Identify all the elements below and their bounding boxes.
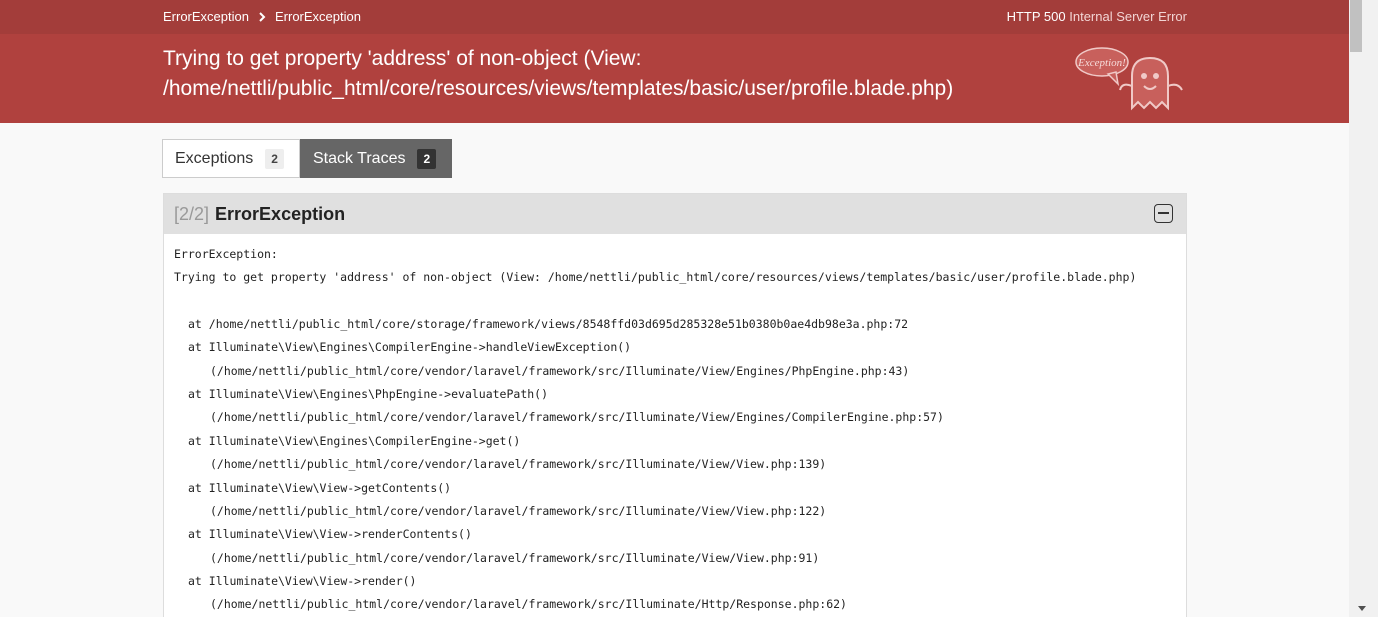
http-status: HTTP 500 Internal Server Error [1007,9,1187,24]
error-header: ErrorException ErrorException HTTP 500 I… [0,0,1349,123]
trace-location: (/home/nettli/public_html/core/vendor/la… [210,503,827,518]
trace-frame: at Illuminate\View\Engines\CompilerEngin… [188,433,521,448]
exception-ghost-icon: Exception! [1075,47,1183,111]
trace-location: (/home/nettli/public_html/core/vendor/la… [210,457,827,472]
chevron-right-icon [259,11,266,22]
tab-label: Exceptions [175,149,254,167]
trace-location: (/home/nettli/public_html/core/vendor/la… [210,550,820,565]
breadcrumb-item: ErrorException [274,9,361,24]
tab-bar: Exceptions 2 Stack Traces 2 [162,139,452,178]
trace-location: (/home/nettli/public_html/core/vendor/la… [210,410,944,425]
exception-panel: [2/2] ErrorException ErrorException: Try… [163,193,1187,617]
trace-message: Trying to get property 'address' of non-… [174,270,1137,285]
http-status-code: HTTP 500 [1006,9,1066,24]
vertical-scrollbar[interactable] [1349,0,1378,617]
http-status-text: Internal Server Error [1069,9,1187,24]
exception-counter: [2/2] [174,203,210,224]
scroll-down-icon[interactable] [1358,606,1366,611]
page-title: Trying to get property 'address' of non-… [163,47,954,100]
tab-label: Stack Traces [313,149,406,167]
tab-stack-traces[interactable]: Stack Traces 2 [300,139,452,178]
breadcrumb: ErrorException ErrorException [163,9,361,24]
trace-frame: at /home/nettli/public_html/core/storage… [188,316,909,331]
trace-frame: at Illuminate\View\View->getContents() [188,480,452,495]
trace-frame: at Illuminate\View\Engines\CompilerEngin… [188,340,632,355]
exception-class: ErrorException [215,203,346,224]
trace-location: (/home/nettli/public_html/core/vendor/la… [210,597,847,612]
breadcrumb-item: ErrorException [163,9,249,24]
trace-frame: at Illuminate\View\Engines\PhpEngine->ev… [188,386,549,401]
count-badge: 2 [265,148,284,169]
trace-header: ErrorException: [174,247,278,261]
exception-panel-header: [2/2] ErrorException [164,194,1186,234]
tab-exceptions[interactable]: Exceptions 2 [162,139,300,178]
logo-text: Exception! [1077,57,1126,69]
stack-trace: ErrorException: Trying to get property '… [164,234,1186,617]
scrollbar-thumb[interactable] [1350,0,1362,52]
trace-frame: at Illuminate\View\View->renderContents(… [188,527,472,542]
minus-square-icon[interactable] [1154,204,1173,223]
trace-location: (/home/nettli/public_html/core/vendor/la… [210,363,910,378]
trace-frame: at Illuminate\View\View->render() [188,574,417,589]
count-badge: 2 [417,148,437,169]
